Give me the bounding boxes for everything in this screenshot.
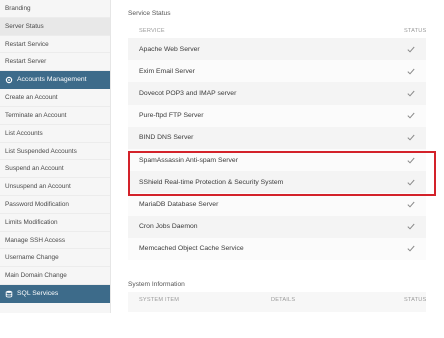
sidebar-header-label: SQL Services (17, 289, 59, 297)
table-row: SpamAssassin Anti-spam Server (128, 148, 426, 172)
service-name: MariaDB Database Server (139, 200, 219, 208)
service-name: SShield Real-time Protection & Security … (139, 178, 284, 186)
service-status-table: Apache Web Server Exim Email Server Dove… (128, 38, 426, 260)
sidebar-item-server-status[interactable]: Server Status (0, 17, 110, 36)
check-icon (406, 89, 416, 97)
settings-icon (5, 76, 13, 84)
check-icon (406, 223, 416, 231)
service-name: BIND DNS Server (139, 134, 194, 142)
service-name: SpamAssassin Anti-spam Server (139, 156, 238, 164)
check-icon (406, 134, 416, 142)
database-icon (5, 290, 13, 298)
table-row: MariaDB Database Server (128, 193, 426, 216)
check-icon (406, 245, 416, 253)
sidebar-item-restart-service[interactable]: Restart Service (0, 36, 110, 54)
column-header-details: DETAILS (271, 297, 296, 303)
table-row: Cron Jobs Daemon (128, 215, 426, 238)
table-row: BIND DNS Server (128, 126, 426, 149)
sidebar-item-list-suspended-accounts[interactable]: List Suspended Accounts (0, 143, 110, 161)
service-name: Memcached Object Cache Service (139, 245, 244, 253)
service-name: Cron Jobs Daemon (139, 223, 198, 231)
column-header-system-item: SYSTEM ITEM (139, 297, 180, 303)
service-name: Exim Email Server (139, 67, 195, 75)
check-icon (406, 156, 416, 164)
sidebar-item-limits-modification[interactable]: Limits Modification (0, 214, 110, 232)
table-row: Dovecot POP3 and IMAP server (128, 82, 426, 105)
sidebar-item-username-change[interactable]: Username Change (0, 249, 110, 268)
sidebar-header-label: Accounts Management (17, 76, 87, 84)
sidebar-header-sql-services[interactable]: SQL Services (0, 284, 110, 303)
sidebar-item-list-accounts[interactable]: List Accounts (0, 125, 110, 143)
check-icon (406, 200, 416, 208)
column-header-status: STATUS (404, 28, 427, 34)
service-name: Pure-ftpd FTP Server (139, 112, 204, 120)
service-status-title: Service Status (128, 10, 171, 17)
sidebar: Branding Server Status Restart Service R… (0, 0, 111, 313)
column-header-system-status: STATUS (404, 297, 427, 303)
sidebar-item-branding[interactable]: Branding (0, 0, 110, 18)
sidebar-item-main-domain-change[interactable]: Main Domain Change (0, 267, 110, 285)
sidebar-item-unsuspend-account[interactable]: Unsuspend an Account (0, 178, 110, 196)
check-icon (406, 45, 416, 53)
service-name: Dovecot POP3 and IMAP server (139, 89, 237, 97)
sidebar-header-accounts-management[interactable]: Accounts Management (0, 71, 110, 90)
system-information-title: System Information (128, 281, 185, 288)
sidebar-item-terminate-account[interactable]: Terminate an Account (0, 107, 110, 125)
sidebar-item-manage-ssh-access[interactable]: Manage SSH Access (0, 232, 110, 250)
table-row: Apache Web Server (128, 38, 426, 61)
check-icon (406, 112, 416, 120)
column-header-service: SERVICE (139, 28, 165, 34)
sidebar-item-suspend-account[interactable]: Suspend an Account (0, 160, 110, 179)
table-row: SShield Real-time Protection & Security … (128, 171, 426, 194)
check-icon (406, 178, 416, 186)
table-row: Memcached Object Cache Service (128, 237, 426, 260)
sidebar-item-password-modification[interactable]: Password Modification (0, 196, 110, 214)
sidebar-item-create-account[interactable]: Create an Account (0, 89, 110, 107)
table-row: Pure-ftpd FTP Server (128, 104, 426, 127)
table-row: Exim Email Server (128, 60, 426, 83)
sidebar-item-restart-server[interactable]: Restart Server (0, 53, 110, 72)
service-name: Apache Web Server (139, 45, 200, 53)
check-icon (406, 67, 416, 75)
